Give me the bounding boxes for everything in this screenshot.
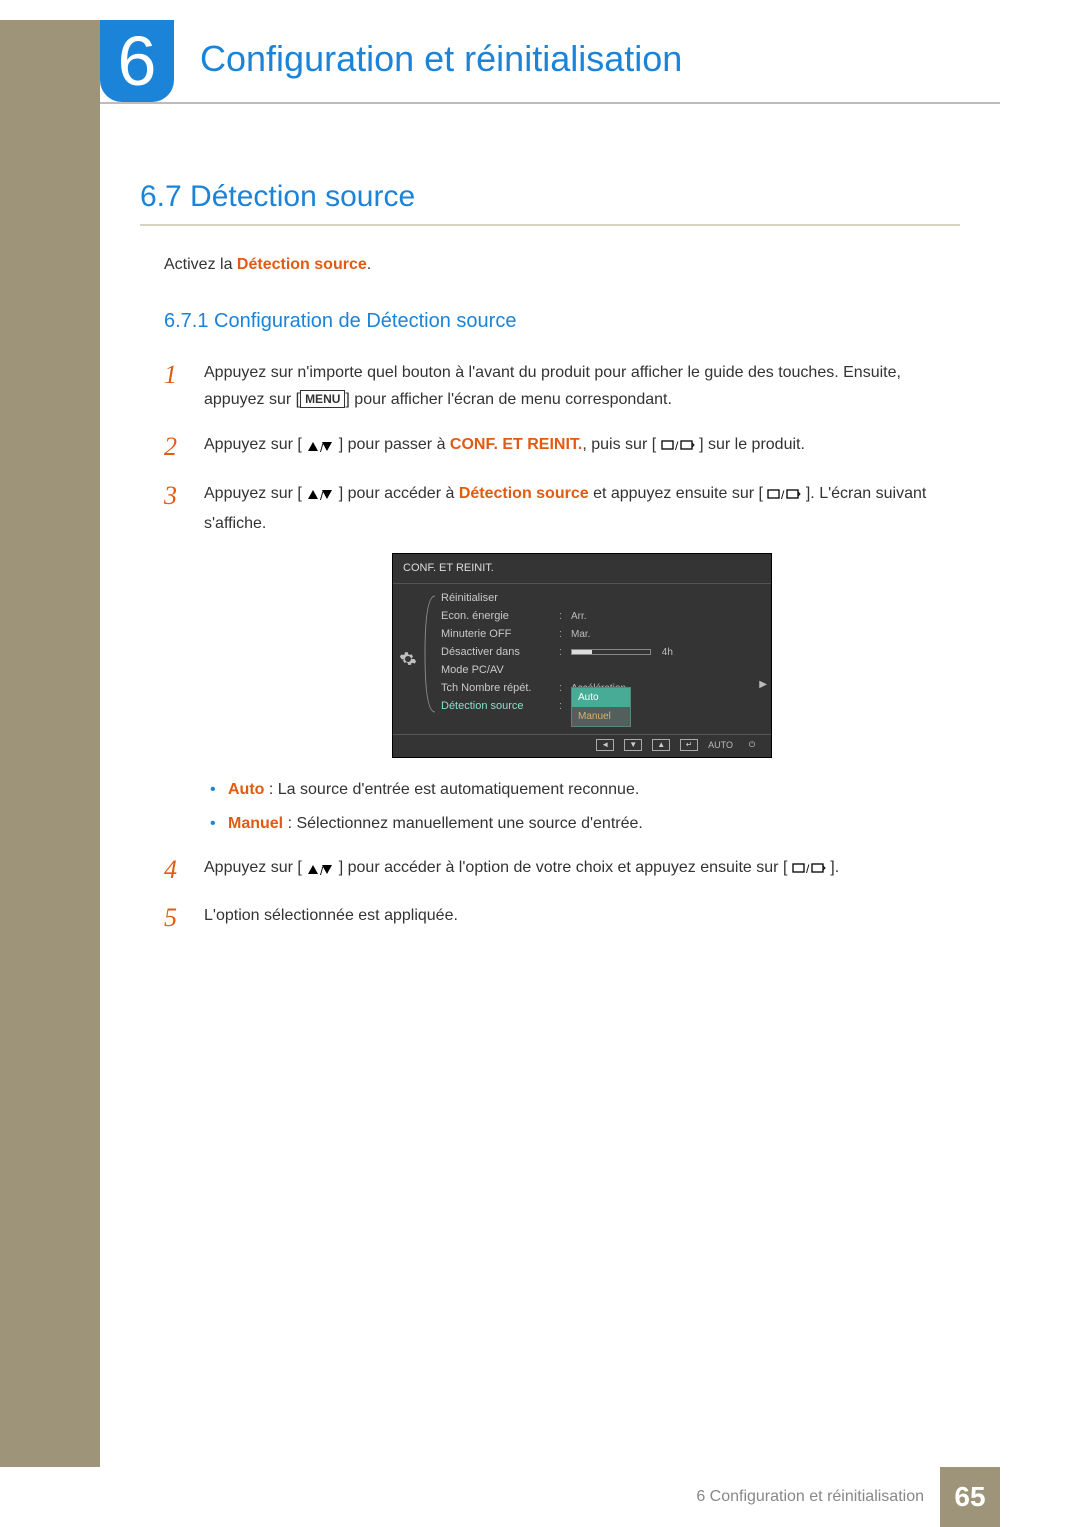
osd-dropdown: Auto Manuel: [571, 687, 631, 727]
step-3: 3 Appuyez sur [ / ] pour accéder à Détec…: [164, 480, 960, 836]
osd-label: Tch Nombre répét.: [441, 679, 559, 698]
osd-value: Auto Manuel: [571, 687, 767, 727]
nav-left-icon: ◄: [596, 739, 614, 751]
osd-title: CONF. ET REINIT.: [393, 554, 771, 584]
up-down-icon: /: [306, 482, 334, 509]
osd-body: Réinitialiser Econ. énergie : Arr. Minut…: [393, 584, 771, 734]
slider-fill: [572, 650, 592, 654]
step-4-text-a: Appuyez sur [: [204, 859, 302, 876]
step-2: 2 Appuyez sur [ / ] pour passer à CONF. …: [164, 431, 960, 461]
step-2-number: 2: [164, 425, 177, 469]
osd-colon: :: [559, 607, 571, 626]
osd-value: Mar.: [571, 626, 767, 643]
osd-label: Mode PC/AV: [441, 661, 559, 680]
section-rule: [140, 224, 960, 226]
osd-menu-screenshot: CONF. ET REINIT. Réinitialiser: [392, 553, 772, 758]
osd-item-mode-pcav: Mode PC/AV: [423, 662, 771, 680]
osd-label: Réinitialiser: [441, 589, 559, 608]
step-list: 1 Appuyez sur n'importe quel bouton à l'…: [164, 359, 960, 929]
osd-value: Arr.: [571, 608, 767, 625]
svg-text:/: /: [675, 439, 679, 452]
source-enter-icon: /: [792, 857, 826, 884]
source-enter-icon: /: [661, 434, 695, 461]
step-1-text-b: ] pour afficher l'écran de menu correspo…: [345, 391, 672, 408]
osd-value: 4h: [571, 644, 767, 661]
enter-icon: ↵: [680, 739, 698, 751]
step-4: 4 Appuyez sur [ / ] pour accéder à l'opt…: [164, 854, 960, 884]
step-3-number: 3: [164, 474, 177, 518]
osd-item-reinitialiser: Réinitialiser: [423, 590, 771, 608]
subsection-heading: 6.7.1 Configuration de Détection source: [164, 310, 960, 333]
osd-item-detection-source: Détection source : Auto Manuel: [423, 698, 771, 716]
osd-label: Minuterie OFF: [441, 625, 559, 644]
osd-option-manuel: Manuel: [572, 707, 630, 726]
nav-up-icon: ▲: [652, 739, 670, 751]
chapter-title: Configuration et réinitialisation: [200, 38, 682, 80]
step-3-text-c: et appuyez ensuite sur [: [589, 485, 763, 502]
footer-chapter-text: 6 Configuration et réinitialisation: [696, 1488, 924, 1506]
step-2-text-a: Appuyez sur [: [204, 436, 302, 453]
step-4-text-b: ] pour accéder à l'option de votre choix…: [339, 859, 788, 876]
osd-category-icon-col: [393, 584, 423, 734]
menu-button-label: MENU: [300, 390, 345, 408]
osd-label: Econ. énergie: [441, 607, 559, 626]
up-down-icon: /: [306, 856, 334, 883]
step-2-text-b: ] pour passer à: [339, 436, 450, 453]
power-icon: ⏻: [743, 739, 761, 751]
osd-colon: :: [559, 679, 571, 698]
osd-footer: ◄ ▼ ▲ ↵ AUTO ⏻: [393, 734, 771, 757]
gear-icon: [399, 650, 417, 668]
osd-item-econ-energie: Econ. énergie : Arr.: [423, 608, 771, 626]
slider-value: 4h: [662, 647, 673, 658]
option-bullets: Auto : La source d'entrée est automatiqu…: [208, 778, 960, 836]
step-5: 5 L'option sélectionnée est appliquée.: [164, 902, 960, 929]
step-3-text-b: ] pour accéder à: [339, 485, 459, 502]
bullet-manuel-hl: Manuel: [228, 815, 283, 832]
step-3-text-a: Appuyez sur [: [204, 485, 302, 502]
intro-highlight: Détection source: [237, 256, 367, 273]
osd-label: Désactiver dans: [441, 643, 559, 662]
chapter-title-rule: [100, 102, 1000, 104]
intro-suffix: .: [367, 256, 371, 273]
step-2-text-c: , puis sur [: [582, 436, 656, 453]
step-4-text-c: ].: [830, 859, 839, 876]
page-content: 6.7 Détection source Activez la Détectio…: [100, 180, 1000, 947]
nav-down-icon: ▼: [624, 739, 642, 751]
up-down-icon: /: [306, 433, 334, 460]
bullet-auto-hl: Auto: [228, 781, 264, 798]
step-5-text: L'option sélectionnée est appliquée.: [204, 907, 458, 924]
chapter-number-badge: 6: [100, 20, 174, 102]
bullet-auto: Auto : La source d'entrée est automatiqu…: [208, 778, 960, 802]
osd-item-minuterie: Minuterie OFF : Mar.: [423, 626, 771, 644]
intro-paragraph: Activez la Détection source.: [164, 256, 960, 274]
footer-auto-label: AUTO: [708, 738, 733, 753]
step-2-highlight: CONF. ET REINIT.: [450, 436, 582, 453]
step-2-text-d: ] sur le produit.: [699, 436, 805, 453]
source-enter-icon: /: [767, 483, 801, 510]
step-3-highlight: Détection source: [459, 485, 589, 502]
osd-item-desactiver: Désactiver dans : 4h: [423, 644, 771, 662]
side-accent-bar: [0, 20, 100, 1467]
step-5-number: 5: [164, 896, 177, 940]
osd-label: Détection source: [441, 697, 559, 716]
svg-text:/: /: [781, 488, 785, 501]
step-4-number: 4: [164, 848, 177, 892]
osd-colon: :: [559, 625, 571, 644]
svg-text:/: /: [806, 862, 810, 875]
osd-colon: :: [559, 697, 571, 716]
osd-colon: :: [559, 643, 571, 662]
osd-items: Réinitialiser Econ. énergie : Arr. Minut…: [423, 584, 771, 734]
slider-track: [571, 649, 651, 655]
step-1-number: 1: [164, 353, 177, 397]
bullet-manuel: Manuel : Sélectionnez manuellement une s…: [208, 812, 960, 836]
osd-option-auto: Auto: [572, 688, 630, 707]
page-footer: 6 Configuration et réinitialisation 65: [100, 1467, 1000, 1527]
intro-prefix: Activez la: [164, 256, 237, 273]
step-1: 1 Appuyez sur n'importe quel bouton à l'…: [164, 359, 960, 413]
page-number: 65: [940, 1467, 1000, 1527]
section-heading: 6.7 Détection source: [140, 180, 960, 214]
bullet-manuel-text: : Sélectionnez manuellement une source d…: [283, 815, 643, 832]
bullet-auto-text: : La source d'entrée est automatiquement…: [264, 781, 639, 798]
